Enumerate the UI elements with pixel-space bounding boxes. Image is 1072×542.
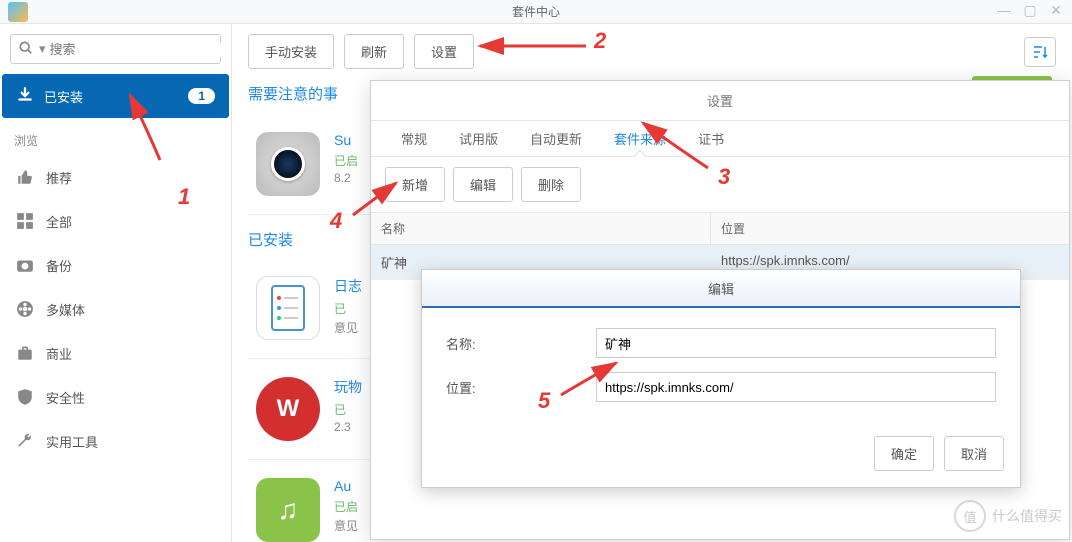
grid-icon: [14, 212, 36, 230]
sidebar-item-recommend[interactable]: 推荐: [0, 155, 231, 199]
tab-package-sources[interactable]: 套件来源: [598, 121, 682, 156]
ok-button[interactable]: 确定: [874, 436, 934, 471]
sidebar-item-security[interactable]: 安全性: [0, 375, 231, 419]
close-button[interactable]: ✕: [1044, 0, 1068, 20]
name-field[interactable]: [596, 328, 996, 358]
app-icon-surveillance: [256, 132, 320, 196]
sidebar-installed-label: 已安装: [44, 87, 83, 106]
search-input[interactable]: [50, 42, 226, 57]
search-box[interactable]: ▾: [10, 34, 221, 64]
watermark: 值 什么值得买: [954, 500, 1062, 532]
search-icon: [19, 41, 33, 58]
tab-general[interactable]: 常规: [385, 121, 443, 156]
download-icon: [16, 86, 34, 107]
app-icon-log: [256, 276, 320, 340]
maximize-button[interactable]: ▢: [1018, 0, 1042, 20]
sidebar-item-multimedia[interactable]: 多媒体: [0, 287, 231, 331]
app-icon: [8, 2, 28, 22]
sidebar-item-label: 安全性: [46, 388, 85, 407]
watermark-text: 什么值得买: [992, 506, 1062, 526]
browse-section-label: 浏览: [0, 118, 231, 155]
name-field-label: 名称:: [446, 334, 596, 353]
sidebar-installed[interactable]: 已安装 1: [2, 74, 229, 118]
manual-install-button[interactable]: 手动安装: [248, 34, 334, 69]
add-button[interactable]: 新增: [385, 167, 445, 202]
source-table-header: 名称 位置: [371, 212, 1069, 245]
wrench-icon: [14, 432, 36, 450]
refresh-button[interactable]: 刷新: [344, 34, 404, 69]
settings-window-title: 设置: [371, 81, 1069, 121]
app-icon-audio: ♫: [256, 478, 320, 542]
sidebar-item-label: 推荐: [46, 168, 72, 187]
installed-count-badge: 1: [188, 88, 215, 104]
tab-certificates[interactable]: 证书: [682, 121, 740, 156]
thumb-icon: [14, 168, 36, 186]
sort-button[interactable]: [1024, 37, 1056, 67]
briefcase-icon: [14, 344, 36, 362]
edit-dialog-title: 编辑: [422, 270, 1020, 308]
table-header-location: 位置: [711, 213, 1069, 244]
window-title: 套件中心: [512, 3, 560, 20]
location-field-label: 位置:: [446, 378, 596, 397]
tab-autoupdate[interactable]: 自动更新: [514, 121, 598, 156]
sidebar-item-label: 备份: [46, 256, 72, 275]
camera-icon: [14, 256, 36, 274]
app-icon-wanwu: W: [256, 377, 320, 441]
sidebar: ▾ 已安装 1 浏览 推荐 全部 备份 多媒体: [0, 24, 232, 542]
film-icon: [14, 300, 36, 318]
watermark-icon: 值: [954, 500, 986, 532]
delete-button[interactable]: 删除: [521, 167, 581, 202]
location-field[interactable]: [596, 372, 996, 402]
edit-dialog: 编辑 名称: 位置: 确定 取消: [421, 269, 1021, 488]
minimize-button[interactable]: —: [992, 0, 1016, 20]
sidebar-item-utility[interactable]: 实用工具: [0, 419, 231, 463]
sidebar-item-label: 多媒体: [46, 300, 85, 319]
window-titlebar: 套件中心 — ▢ ✕: [0, 0, 1072, 24]
shield-icon: [14, 388, 36, 406]
sidebar-item-label: 全部: [46, 212, 72, 231]
tab-trial[interactable]: 试用版: [443, 121, 514, 156]
table-header-name: 名称: [371, 213, 711, 244]
edit-button[interactable]: 编辑: [453, 167, 513, 202]
sidebar-item-business[interactable]: 商业: [0, 331, 231, 375]
settings-window: 设置 常规 试用版 自动更新 套件来源 证书 新增 编辑 删除 名称 位置 矿神…: [370, 80, 1070, 540]
settings-button[interactable]: 设置: [414, 34, 474, 69]
cancel-button[interactable]: 取消: [944, 436, 1004, 471]
sidebar-item-label: 实用工具: [46, 432, 98, 451]
sidebar-item-all[interactable]: 全部: [0, 199, 231, 243]
sidebar-item-backup[interactable]: 备份: [0, 243, 231, 287]
sidebar-item-label: 商业: [46, 344, 72, 363]
